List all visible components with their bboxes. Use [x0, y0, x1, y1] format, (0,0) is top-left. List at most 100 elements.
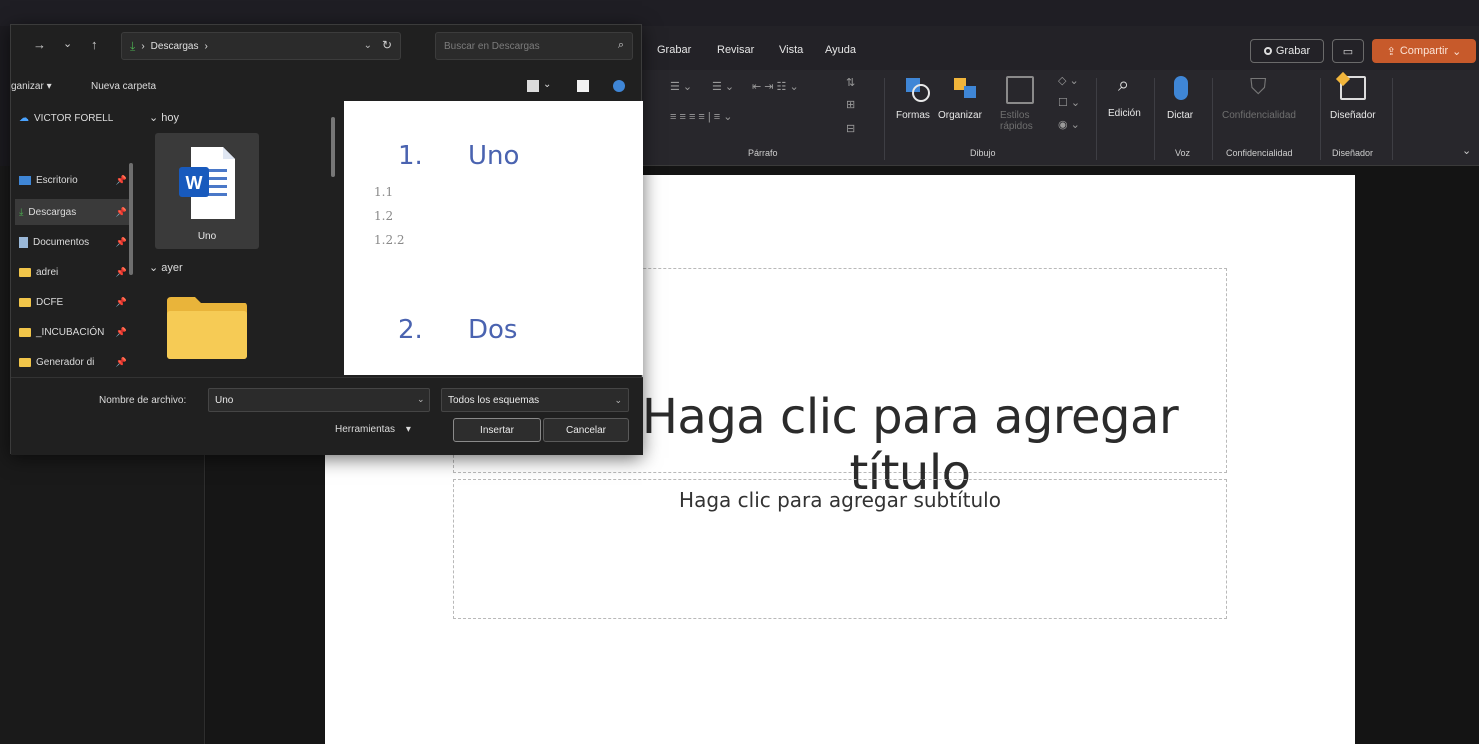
tab-revisar[interactable]: Revisar: [717, 44, 754, 56]
insert-button[interactable]: Insertar: [453, 418, 541, 442]
tab-grabar[interactable]: Grabar: [657, 44, 691, 56]
record-button[interactable]: Grabar: [1250, 39, 1324, 63]
sidebar-item-desktop[interactable]: Escritorio 📌: [15, 167, 133, 193]
preview-subheading: 1.2.2: [374, 233, 405, 247]
search-icon[interactable]: ⌕: [1118, 74, 1129, 97]
folder-icon[interactable]: [165, 293, 249, 361]
folder-icon: [19, 357, 31, 367]
indent-icon[interactable]: ⇤ ⇥ ☷ ⌄: [752, 80, 799, 93]
align-text-icon[interactable]: ⊞: [846, 98, 855, 111]
dialog-toolbar: ganizar ▾ Nueva carpeta ⌄: [11, 75, 643, 101]
align-icons[interactable]: ≡ ≡ ≡ ≡ | ≡ ⌄: [670, 110, 733, 123]
text-direction-icon[interactable]: ⇅: [846, 76, 855, 89]
recent-locations-icon[interactable]: ⌄: [63, 37, 72, 50]
sidebar-item-generador[interactable]: Generador di 📌: [15, 349, 133, 375]
designer-icon[interactable]: [1335, 71, 1366, 100]
refresh-icon[interactable]: ↻: [382, 38, 392, 52]
search-input[interactable]: Buscar en Descargas ⌕: [435, 32, 633, 60]
pin-icon: 📌: [115, 326, 127, 337]
sidebar-item-label: DCFE: [36, 296, 64, 308]
file-type-select[interactable]: Todos los esquemas ⌄: [441, 388, 629, 412]
chevron-down-icon: ▾: [405, 424, 411, 435]
group-label-paragraph: Párrafo: [748, 148, 778, 158]
sidebar-item-incubacion[interactable]: _INCUBACIÓN 📌: [15, 319, 133, 345]
chevron-down-icon[interactable]: ⌄: [1462, 144, 1471, 157]
preview-subheading: 1.2: [374, 209, 394, 223]
shapes-icon[interactable]: [904, 76, 930, 102]
quick-styles-icon[interactable]: [1006, 76, 1034, 104]
chevron-down-icon[interactable]: ⌄: [417, 394, 425, 405]
comments-button[interactable]: ▭: [1332, 39, 1364, 63]
sidebar-item-dcfe[interactable]: DCFE 📌: [15, 289, 133, 315]
up-icon[interactable]: ↑: [91, 37, 98, 52]
designer-label: Diseñador: [1330, 110, 1376, 121]
preview-subheading: 1.1: [374, 185, 394, 199]
view-options-icon[interactable]: [527, 80, 539, 92]
file-name-input[interactable]: [208, 388, 430, 412]
arrange-icon[interactable]: [952, 76, 980, 102]
edit-label[interactable]: Edición: [1108, 108, 1141, 119]
new-folder-button[interactable]: Nueva carpeta: [91, 81, 156, 92]
sidebar-scrollbar[interactable]: [129, 163, 133, 275]
tab-vista[interactable]: Vista: [779, 44, 803, 56]
microphone-icon[interactable]: [1174, 76, 1188, 100]
divider: [1212, 78, 1213, 160]
file-list-scrollbar[interactable]: [331, 117, 335, 177]
group-label-voice: Voz: [1175, 148, 1191, 158]
sidebar-item-downloads[interactable]: ⤓ Descargas 📌: [15, 199, 133, 225]
navigation-pane: ☁ VICTOR FORELL Escritorio 📌 ⤓ Descargas…: [11, 105, 139, 377]
effects-icon[interactable]: ◉ ⌄: [1058, 118, 1080, 131]
organize-menu[interactable]: ganizar ▾: [11, 81, 52, 92]
divider: [1096, 78, 1097, 160]
sensitivity-icon[interactable]: ⛉: [1250, 74, 1267, 100]
chevron-down-icon: ⌄: [1452, 45, 1462, 58]
bullets-icon[interactable]: ☰ ⌄: [670, 80, 692, 93]
numbering-icon[interactable]: ☰ ⌄: [712, 80, 734, 93]
confidentiality-label: Confidencialidad: [1222, 110, 1296, 121]
preview-pane-icon[interactable]: [577, 80, 589, 92]
sidebar-item-documents[interactable]: Documentos 📌: [15, 229, 133, 255]
group-label-drawing: Dibujo: [970, 148, 996, 158]
outline-icon[interactable]: ☐ ⌄: [1058, 96, 1080, 109]
forward-icon[interactable]: →: [33, 37, 46, 52]
chevron-down-icon: ⌄: [614, 395, 622, 405]
file-name-label: Uno: [197, 231, 217, 242]
pin-icon: 📌: [115, 236, 127, 247]
cancel-button[interactable]: Cancelar: [543, 418, 629, 442]
subtitle-placeholder[interactable]: Haga clic para agregar subtítulo: [453, 479, 1227, 619]
sidebar-item-adrei[interactable]: adrei 📌: [15, 259, 133, 285]
word-document-icon: W: [179, 147, 235, 219]
dialog-navigation-bar: → ⌄ ↑ ⤓ › Descargas › ⌄ ↻ Buscar en Desc…: [11, 25, 643, 69]
preview-pane: 1. Uno 1.1 1.2 1.2.2 2. Dos: [344, 101, 643, 375]
preview-heading: Dos: [468, 315, 518, 345]
shapes-label: Formas: [896, 110, 930, 121]
pin-icon: 📌: [115, 296, 127, 307]
divider: [1320, 78, 1321, 160]
group-header-today[interactable]: ⌄ hoy: [149, 111, 179, 124]
chevron-down-icon[interactable]: ⌄: [364, 40, 372, 51]
title-bar: [0, 0, 1479, 26]
sidebar-item-label: Documentos: [33, 236, 90, 248]
sidebar-item-label: adrei: [36, 266, 59, 278]
divider: [884, 78, 885, 160]
smartart-icon[interactable]: ⊟: [846, 122, 855, 135]
folder-icon: [19, 297, 31, 307]
record-icon: [1263, 47, 1272, 55]
share-button[interactable]: ⇪ Compartir ⌄: [1372, 39, 1476, 63]
file-item-uno[interactable]: W Uno: [155, 133, 259, 249]
sidebar-item-label: _INCUBACIÓN: [36, 326, 105, 338]
pin-icon: 📌: [115, 266, 127, 277]
file-name-label: Nombre de archivo:: [99, 395, 187, 406]
fill-icon[interactable]: ◇ ⌄: [1058, 74, 1079, 87]
comment-icon: ▭: [1342, 45, 1354, 58]
address-bar[interactable]: ⤓ › Descargas › ⌄ ↻: [121, 32, 401, 60]
group-header-yesterday[interactable]: ⌄ ayer: [149, 261, 183, 274]
sidebar-item-onedrive[interactable]: ☁ VICTOR FORELL: [15, 105, 133, 131]
svg-text:W: W: [186, 173, 203, 193]
help-icon[interactable]: [613, 80, 625, 92]
tab-ayuda[interactable]: Ayuda: [825, 44, 856, 56]
sidebar-item-label: Descargas: [28, 206, 77, 218]
chevron-down-icon[interactable]: ⌄: [543, 79, 551, 90]
tools-menu[interactable]: Herramientas ▾: [335, 424, 411, 435]
breadcrumb[interactable]: Descargas: [151, 41, 199, 52]
